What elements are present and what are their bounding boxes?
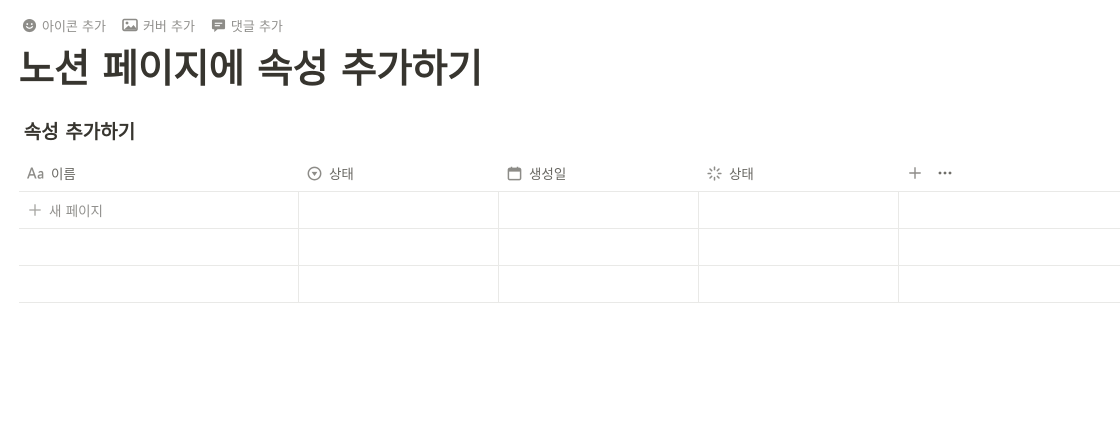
table-cell[interactable]	[499, 266, 699, 302]
column-label: 상태	[329, 167, 354, 183]
add-cover-button[interactable]: 커버 추가	[122, 16, 195, 35]
table-cell	[899, 229, 1120, 265]
column-header-name[interactable]: 이름	[19, 155, 299, 191]
table-cell[interactable]	[699, 192, 899, 228]
column-label: 이름	[51, 167, 76, 183]
notion-page: 아이콘 추가 커버 추가 댓글 추가 노션 페이지에 속성 추가하기 속성 추가…	[0, 0, 1120, 433]
add-icon-label: 아이콘 추가	[42, 19, 106, 35]
spinner-icon	[707, 165, 722, 181]
page-title[interactable]: 노션 페이지에 속성 추가하기	[19, 44, 483, 96]
comment-icon	[211, 18, 226, 33]
add-comment-label: 댓글 추가	[230, 19, 283, 35]
table-cell	[899, 266, 1120, 302]
table-cell[interactable]	[699, 266, 899, 302]
table-cell[interactable]	[299, 266, 499, 302]
table-header: 이름 상태 생성일 상태	[19, 155, 1120, 192]
more-options-button[interactable]	[937, 165, 953, 181]
table-cell[interactable]	[699, 229, 899, 265]
table-cell[interactable]	[19, 229, 299, 265]
plus-icon	[29, 204, 41, 216]
new-page-button[interactable]: 새 페이지	[19, 200, 103, 220]
plus-icon	[909, 167, 921, 179]
table-cell: 새 페이지	[19, 192, 299, 228]
column-header-created-date[interactable]: 생성일	[499, 155, 699, 191]
column-header-status-2[interactable]: 상태	[699, 155, 899, 191]
add-property-button[interactable]	[907, 165, 923, 181]
column-header-tools	[899, 155, 1120, 191]
image-icon	[122, 18, 138, 32]
table-row: 새 페이지	[19, 192, 1120, 229]
table-cell[interactable]	[299, 192, 499, 228]
database-title[interactable]: 속성 추가하기	[24, 118, 136, 146]
calendar-icon	[507, 166, 522, 181]
table-row	[19, 266, 1120, 303]
ellipsis-icon	[938, 171, 952, 175]
status-circle-icon	[307, 166, 322, 181]
column-label: 생성일	[529, 167, 567, 183]
text-aa-icon	[26, 166, 44, 180]
table-row	[19, 229, 1120, 266]
add-comment-button[interactable]: 댓글 추가	[211, 16, 283, 35]
table-cell[interactable]	[19, 266, 299, 302]
database-table: 이름 상태 생성일 상태 새 페이지	[19, 155, 1120, 303]
new-page-label: 새 페이지	[49, 204, 103, 220]
column-header-status[interactable]: 상태	[299, 155, 499, 191]
add-cover-label: 커버 추가	[142, 19, 195, 35]
add-icon-button[interactable]: 아이콘 추가	[22, 16, 106, 35]
column-label: 상태	[729, 167, 754, 183]
table-cell	[899, 192, 1120, 228]
table-cell[interactable]	[299, 229, 499, 265]
table-cell[interactable]	[499, 192, 699, 228]
page-actions-bar: 아이콘 추가 커버 추가 댓글 추가	[22, 14, 283, 36]
smiley-icon	[22, 18, 37, 33]
table-cell[interactable]	[499, 229, 699, 265]
